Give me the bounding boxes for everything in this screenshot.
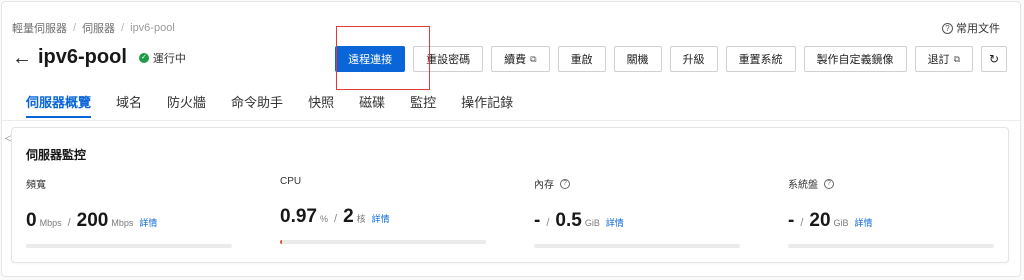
back-arrow-icon[interactable]: ← (12, 48, 34, 68)
remote-connect-button[interactable]: 遠程連接 (335, 46, 406, 72)
metric-unit: Mbps (39, 218, 62, 228)
metric-total: 20 (809, 210, 831, 231)
metric-value: 0.97 (280, 206, 317, 227)
metric-total-unit: GiB (584, 218, 600, 228)
renew-label: 續費 (504, 54, 527, 66)
metric-detail-link[interactable]: 詳情 (372, 212, 390, 225)
refund-button[interactable]: 退訂 ⧉ (914, 46, 973, 72)
tab-snapshot[interactable]: 快照 (308, 92, 334, 118)
usage-bar (534, 244, 740, 248)
tab-disk[interactable]: 磁碟 (359, 92, 385, 118)
breadcrumb-item-lighthouse[interactable]: 輕量伺服器 (12, 20, 67, 36)
tab-divider (2, 120, 1020, 121)
metric-separator: / (800, 217, 804, 229)
metric-total-unit: 核 (356, 214, 366, 224)
breadcrumb-separator: / (121, 22, 125, 34)
metric-bandwidth: 頻寬 0 Mbps / 200 Mbps 詳情 (26, 176, 236, 248)
metric-detail-link[interactable]: 詳情 (855, 216, 873, 229)
help-docs-label: 常用文件 (956, 23, 1000, 35)
restart-button[interactable]: 重啟 (557, 46, 606, 72)
metric-label: 系統盤 (788, 180, 818, 191)
external-link-icon: ⧉ (530, 53, 537, 64)
monitor-card-title: 伺服器監控 (26, 148, 87, 162)
breadcrumb-separator: / (73, 22, 77, 34)
title-row: ← ipv6-pool ✓ 運行中 (12, 46, 186, 69)
refresh-icon: ↻ (988, 52, 1000, 66)
tab-domain[interactable]: 域名 (116, 92, 142, 118)
breadcrumb-item-servers[interactable]: 伺服器 (82, 20, 115, 36)
toolbar: 遠程連接 重設密碼 續費 ⧉ 重啟 關機 升級 重置系統 製作自定義鏡像 退訂 … (335, 46, 1007, 72)
usage-bar (280, 240, 486, 244)
help-icon: ? (942, 22, 953, 34)
metric-detail-link[interactable]: 詳情 (139, 216, 157, 229)
status-check-icon: ✓ (138, 52, 149, 63)
metric-total-unit: Mbps (111, 218, 134, 228)
tab-command-assistant[interactable]: 命令助手 (231, 92, 283, 118)
external-link-icon: ⧉ (953, 53, 960, 64)
tab-operation-log[interactable]: 操作記錄 (461, 92, 513, 118)
usage-bar-fill (280, 240, 283, 244)
metric-cpu: CPU 0.97 % / 2 核 詳情 (280, 176, 490, 244)
shutdown-button[interactable]: 關機 (613, 46, 662, 72)
tab-monitoring[interactable]: 監控 (410, 92, 436, 118)
metric-detail-link[interactable]: 詳情 (606, 216, 624, 229)
metric-total: 0.5 (555, 210, 582, 231)
usage-bar (26, 244, 232, 248)
tab-overview[interactable]: 伺服器概覽 (26, 92, 92, 118)
metric-unit: % (319, 214, 328, 224)
metric-value: 0 (26, 210, 37, 231)
metric-value: - (534, 210, 541, 231)
usage-bar (788, 244, 994, 248)
page-title: ipv6-pool (38, 46, 127, 68)
metric-total-unit: GiB (833, 218, 849, 228)
metric-memory: 內存 ? - / 0.5 GiB 詳情 (534, 176, 744, 248)
status-label: 運行中 (152, 52, 186, 65)
refresh-button[interactable]: ↻ (981, 46, 1007, 72)
metric-total: 2 (343, 206, 354, 227)
metric-label: 內存 (534, 180, 554, 191)
metric-separator: / (546, 217, 550, 229)
metric-system-disk: 系統盤 ? - / 20 GiB 詳情 (788, 176, 998, 248)
metric-value: - (788, 210, 795, 231)
help-docs-link[interactable]: ? 常用文件 (942, 20, 1000, 36)
metric-separator: / (334, 213, 338, 225)
reset-system-button[interactable]: 重置系統 (725, 46, 796, 72)
page-background: 輕量伺服器 / 伺服器 / ipv6-pool ? 常用文件 ← ipv6-po… (0, 0, 1024, 280)
tab-firewall[interactable]: 防火牆 (167, 92, 206, 118)
renew-button[interactable]: 續費 ⧉ (491, 46, 550, 72)
breadcrumb-item-current: ipv6-pool (130, 22, 175, 34)
upgrade-button[interactable]: 升級 (669, 46, 718, 72)
create-image-button[interactable]: 製作自定義鏡像 (803, 46, 907, 72)
metric-label: CPU (280, 176, 302, 187)
refund-label: 退訂 (927, 54, 950, 66)
tab-bar: 伺服器概覽 域名 防火牆 命令助手 快照 磁碟 監控 操作記錄 (26, 92, 538, 118)
metric-separator: / (67, 217, 71, 229)
server-monitor-card: 伺服器監控 頻寬 0 Mbps / 200 Mbps 詳情 CPU 0.97 %… (11, 127, 1009, 263)
help-icon[interactable]: ? (560, 178, 570, 189)
metric-total: 200 (76, 210, 109, 231)
help-icon[interactable]: ? (824, 178, 834, 189)
breadcrumb: 輕量伺服器 / 伺服器 / ipv6-pool (12, 20, 175, 36)
metric-label: 頻寬 (26, 180, 46, 191)
reset-password-button[interactable]: 重設密碼 (413, 46, 484, 72)
status-badge: ✓ 運行中 (138, 50, 186, 66)
